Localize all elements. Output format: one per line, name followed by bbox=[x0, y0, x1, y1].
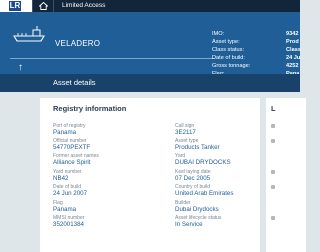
summary-row: Gross tonnage: 4252 bbox=[212, 63, 299, 69]
lr-logo[interactable]: LR bbox=[0, 0, 32, 12]
section-title: Asset details bbox=[53, 78, 96, 87]
truncated-field bbox=[271, 170, 281, 176]
truncated-field bbox=[271, 185, 281, 191]
field-country-of-build: Country of build United Arab Emirates bbox=[175, 184, 234, 197]
secondary-card: L bbox=[266, 98, 306, 252]
field-flag: Flag Panama bbox=[53, 200, 77, 213]
header-divider bbox=[10, 58, 215, 59]
field-official-number: Official number 54770PEXTF bbox=[53, 138, 91, 151]
summary-row: IMO: 9342 bbox=[212, 31, 299, 37]
access-level-label: Limited Access bbox=[62, 2, 106, 9]
asset-header: VELADERO ↑ IMO: 9342 Asset type: Prod Cl… bbox=[0, 12, 301, 77]
field-call-sign: Call sign 3E2117 bbox=[175, 123, 196, 136]
asset-details-bar: Asset details bbox=[0, 74, 300, 92]
truncated-field bbox=[271, 139, 281, 145]
home-button[interactable] bbox=[32, 0, 54, 12]
field-asset-type: Asset type Products Tanker bbox=[175, 138, 220, 151]
ship-icon bbox=[13, 26, 45, 42]
vessel-name: VELADERO bbox=[55, 39, 101, 48]
field-yard-number: Yard number NB42 bbox=[53, 169, 82, 182]
field-yard: Yard DUBAI DRYDOCKS bbox=[175, 153, 231, 166]
field-builder: Builder Dubai Drydocks bbox=[175, 200, 219, 213]
home-icon bbox=[38, 2, 48, 10]
summary-row: Class status: Class bbox=[212, 47, 301, 53]
summary-row: Date of build: 24 Ju bbox=[212, 55, 301, 61]
field-keel-laying-date: Keel laying date 07 Dec 2005 bbox=[175, 169, 211, 182]
field-asset-lifecycle-status: Asset lifecycle status In Service bbox=[175, 215, 222, 228]
arrow-up-icon: ↑ bbox=[18, 62, 23, 73]
summary-row: Asset type: Prod bbox=[212, 39, 299, 45]
asset-summary: IMO: 9342 Asset type: Prod Class status:… bbox=[212, 30, 301, 78]
truncated-field bbox=[271, 124, 281, 130]
registry-card: Registry information Port of registry Pa… bbox=[40, 98, 260, 252]
back-up-button[interactable]: ↑ bbox=[18, 62, 23, 74]
secondary-heading: L bbox=[271, 104, 276, 113]
truncated-field bbox=[271, 216, 281, 222]
field-date-of-build: Date of build 24 Jun 2007 bbox=[53, 184, 88, 197]
content-area: Registry information Port of registry Pa… bbox=[0, 92, 306, 252]
field-mmsi-number: MMSI number 352001384 bbox=[53, 215, 85, 228]
field-former-asset-names: Former asset names Alliance Spirit bbox=[53, 153, 99, 166]
top-bar: LR Limited Access bbox=[0, 0, 300, 12]
logo-mark: LR bbox=[9, 1, 21, 11]
registry-heading: Registry information bbox=[53, 104, 127, 113]
field-port-of-registry: Port of registry Panama bbox=[53, 123, 86, 136]
